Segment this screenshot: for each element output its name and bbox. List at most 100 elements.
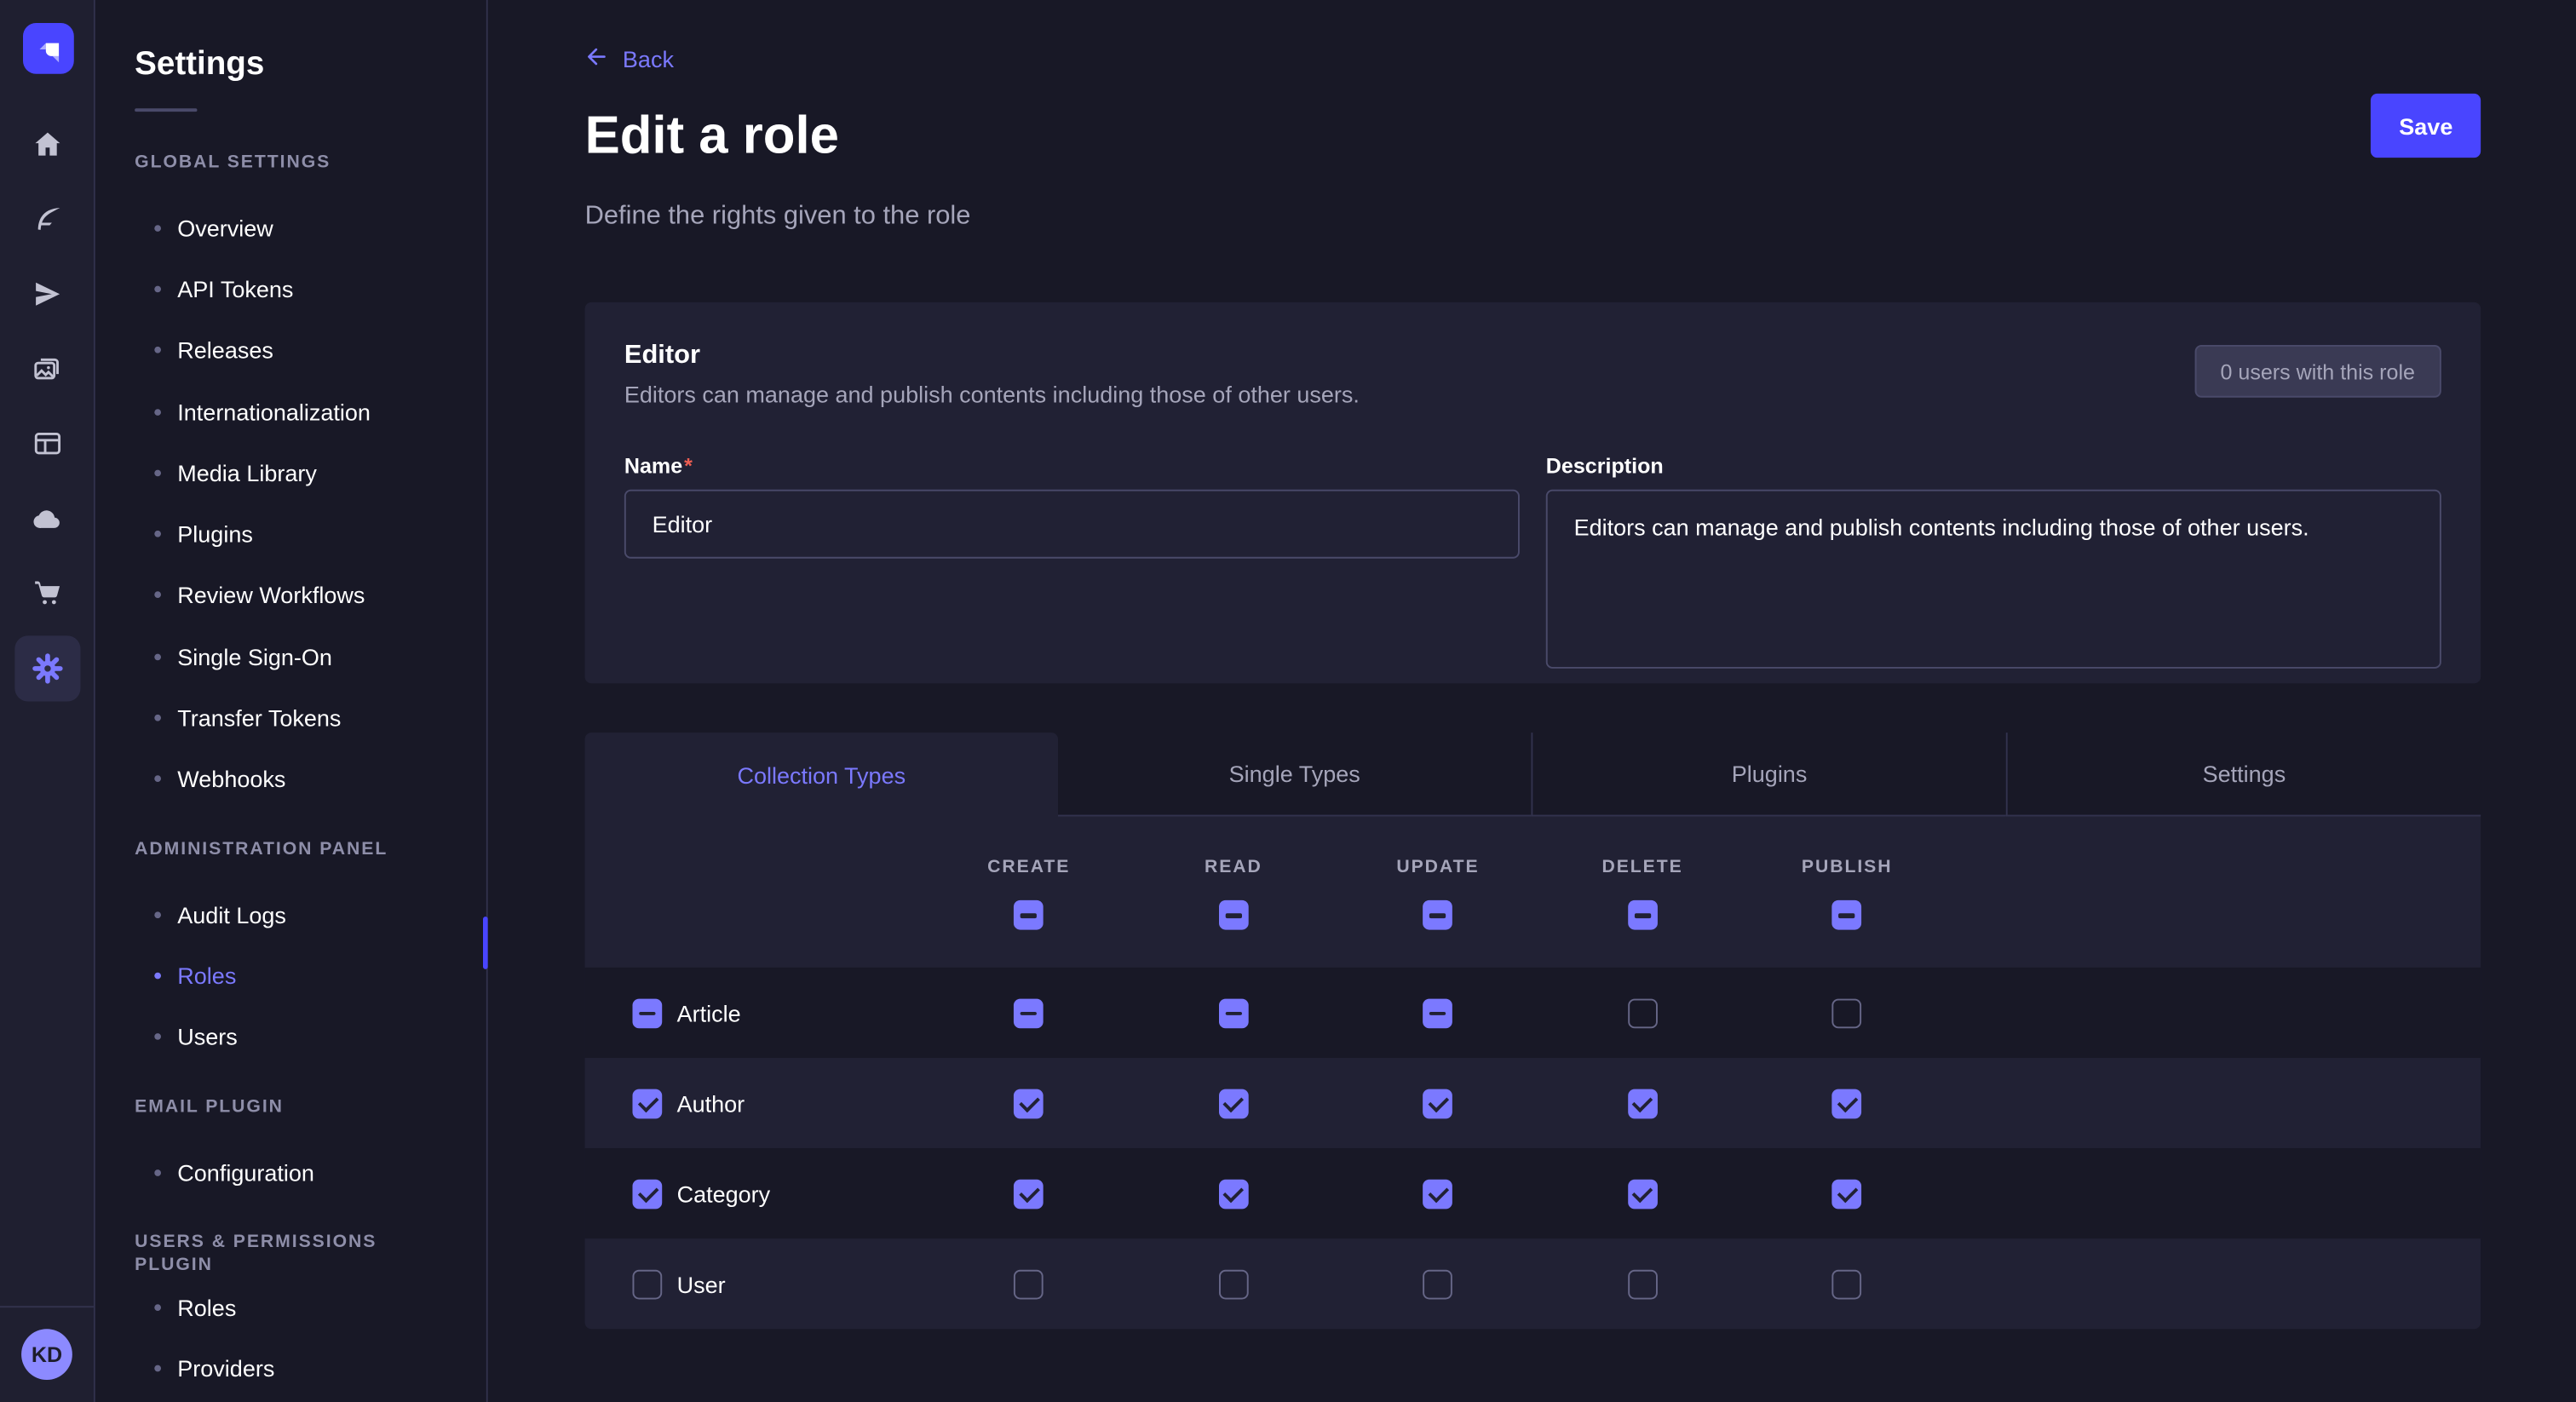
select-all-create-checkbox[interactable] (1014, 901, 1044, 931)
rail-item-feather[interactable] (14, 187, 80, 252)
select-all-read-checkbox[interactable] (1219, 901, 1249, 931)
rail-item-images[interactable] (14, 336, 80, 401)
row-checkbox-article[interactable] (632, 998, 662, 1028)
bullet-icon (154, 973, 161, 980)
save-button[interactable]: Save (2372, 94, 2481, 158)
sidebar-item-transfer-tokens[interactable]: Transfer Tokens (95, 687, 486, 749)
permission-checkbox-category-delete[interactable] (1628, 1180, 1658, 1210)
cart-icon (32, 577, 65, 610)
paper-plane-icon (32, 278, 65, 311)
tab-single-types[interactable]: Single Types (1058, 733, 1531, 817)
permissions-header: CREATEREADUPDATEDELETEPUBLISH (585, 817, 2481, 968)
sidebar-item-media-library[interactable]: Media Library (95, 442, 486, 503)
sidebar-item-internationalization[interactable]: Internationalization (95, 381, 486, 442)
sidebar-item-overview[interactable]: Overview (95, 197, 486, 258)
sidebar-item-label: Roles (177, 962, 236, 989)
users-with-role-button[interactable]: 0 users with this role (2194, 346, 2441, 399)
arrow-left-icon (585, 44, 610, 74)
rail-item-layout[interactable] (14, 411, 80, 476)
nav-section-label: ADMINISTRATION PANEL (95, 838, 486, 861)
column-header-create: CREATE (987, 859, 1070, 878)
avatar[interactable]: KD (21, 1329, 72, 1380)
cloud-icon (32, 502, 65, 535)
row-label: Article (677, 1000, 741, 1026)
sidebar-item-roles[interactable]: Roles (95, 945, 486, 1006)
permissions-table: CREATEREADUPDATEDELETEPUBLISH ArticleAut… (585, 817, 2481, 1330)
sidebar-item-configuration[interactable]: Configuration (95, 1141, 486, 1203)
tabbar: Collection TypesSingle TypesPluginsSetti… (585, 733, 2481, 817)
tab-settings[interactable]: Settings (2006, 733, 2481, 817)
permission-checkbox-category-publish[interactable] (1832, 1180, 1862, 1210)
permission-checkbox-author-create[interactable] (1014, 1089, 1044, 1119)
permission-checkbox-article-read[interactable] (1219, 998, 1249, 1028)
permission-checkbox-user-publish[interactable] (1832, 1270, 1862, 1300)
sidebar-item-label: Releases (177, 337, 273, 364)
tab-plugins[interactable]: Plugins (1531, 733, 2005, 817)
rail-item-paper-plane[interactable] (14, 261, 80, 327)
bullet-icon (154, 715, 161, 721)
bullet-icon (154, 911, 161, 918)
name-field[interactable] (624, 491, 1520, 560)
page-title: Edit a role (585, 105, 2481, 164)
select-all-delete-checkbox[interactable] (1628, 901, 1658, 931)
permission-checkbox-author-update[interactable] (1423, 1089, 1453, 1119)
sidebar-item-providers[interactable]: Providers (95, 1338, 486, 1399)
bullet-icon (154, 1365, 161, 1372)
rail-item-cloud[interactable] (14, 486, 80, 551)
description-field[interactable]: Editors can manage and publish contents … (1546, 491, 2441, 669)
sidebar-item-review-workflows[interactable]: Review Workflows (95, 565, 486, 626)
tab-collection-types[interactable]: Collection Types (585, 733, 1058, 817)
sidebar-item-webhooks[interactable]: Webhooks (95, 749, 486, 810)
strapi-logo[interactable] (23, 23, 74, 74)
sidebar-item-single-sign-on[interactable]: Single Sign-On (95, 626, 486, 687)
role-name-heading: Editor (624, 341, 1360, 374)
permission-checkbox-author-delete[interactable] (1628, 1089, 1658, 1119)
bullet-icon (154, 592, 161, 599)
role-details-card: Editor Editors can manage and publish co… (585, 303, 2481, 684)
permission-checkbox-author-read[interactable] (1219, 1089, 1249, 1119)
role-description-text: Editors can manage and publish contents … (624, 380, 1360, 410)
permission-checkbox-user-update[interactable] (1423, 1270, 1453, 1300)
permission-checkbox-article-create[interactable] (1014, 998, 1044, 1028)
select-all-publish-checkbox[interactable] (1832, 901, 1862, 931)
rail-item-gear[interactable] (14, 635, 80, 700)
permission-checkbox-user-delete[interactable] (1628, 1270, 1658, 1300)
sidebar-item-releases[interactable]: Releases (95, 319, 486, 381)
permission-checkbox-author-publish[interactable] (1832, 1089, 1862, 1119)
sidebar-item-label: Configuration (177, 1159, 314, 1186)
rail-item-cart[interactable] (14, 560, 80, 626)
permission-checkbox-article-update[interactable] (1423, 998, 1453, 1028)
rail-divider (0, 1306, 94, 1307)
permission-checkbox-article-publish[interactable] (1832, 998, 1862, 1028)
select-all-update-checkbox[interactable] (1423, 901, 1453, 931)
row-checkbox-author[interactable] (632, 1089, 662, 1119)
main-area: Back Edit a role Define the rights given… (488, 0, 2576, 1402)
permission-checkbox-article-delete[interactable] (1628, 998, 1658, 1028)
permission-checkbox-category-update[interactable] (1423, 1180, 1453, 1210)
row-checkbox-category[interactable] (632, 1180, 662, 1210)
required-asterisk: * (684, 454, 693, 479)
sidebar-item-label: Single Sign-On (177, 643, 332, 669)
sidebar-item-users[interactable]: Users (95, 1006, 486, 1067)
row-checkbox-user[interactable] (632, 1270, 662, 1300)
permission-checkbox-user-read[interactable] (1219, 1270, 1249, 1300)
permission-checkbox-category-create[interactable] (1014, 1180, 1044, 1210)
bullet-icon (154, 285, 161, 292)
nav-section-label: EMAIL PLUGIN (95, 1095, 486, 1118)
permission-checkbox-category-read[interactable] (1219, 1180, 1249, 1210)
row-label: Category (677, 1181, 771, 1208)
subnav-title: Settings (135, 43, 446, 85)
sidebar-item-api-tokens[interactable]: API Tokens (95, 258, 486, 319)
bullet-icon (154, 531, 161, 537)
sidebar-item-audit-logs[interactable]: Audit Logs (95, 884, 486, 945)
page-subtitle: Define the rights given to the role (585, 199, 2481, 235)
sidebar-item-plugins[interactable]: Plugins (95, 503, 486, 565)
settings-subnav: Settings GLOBAL SETTINGSOverviewAPI Toke… (95, 0, 488, 1402)
icon-rail: KD (0, 0, 95, 1402)
bullet-icon (154, 408, 161, 415)
rail-item-home[interactable] (14, 112, 80, 177)
sidebar-item-roles[interactable]: Roles (95, 1277, 486, 1338)
permission-checkbox-user-create[interactable] (1014, 1270, 1044, 1300)
back-link[interactable]: Back (585, 44, 674, 74)
bullet-icon (154, 1304, 161, 1311)
